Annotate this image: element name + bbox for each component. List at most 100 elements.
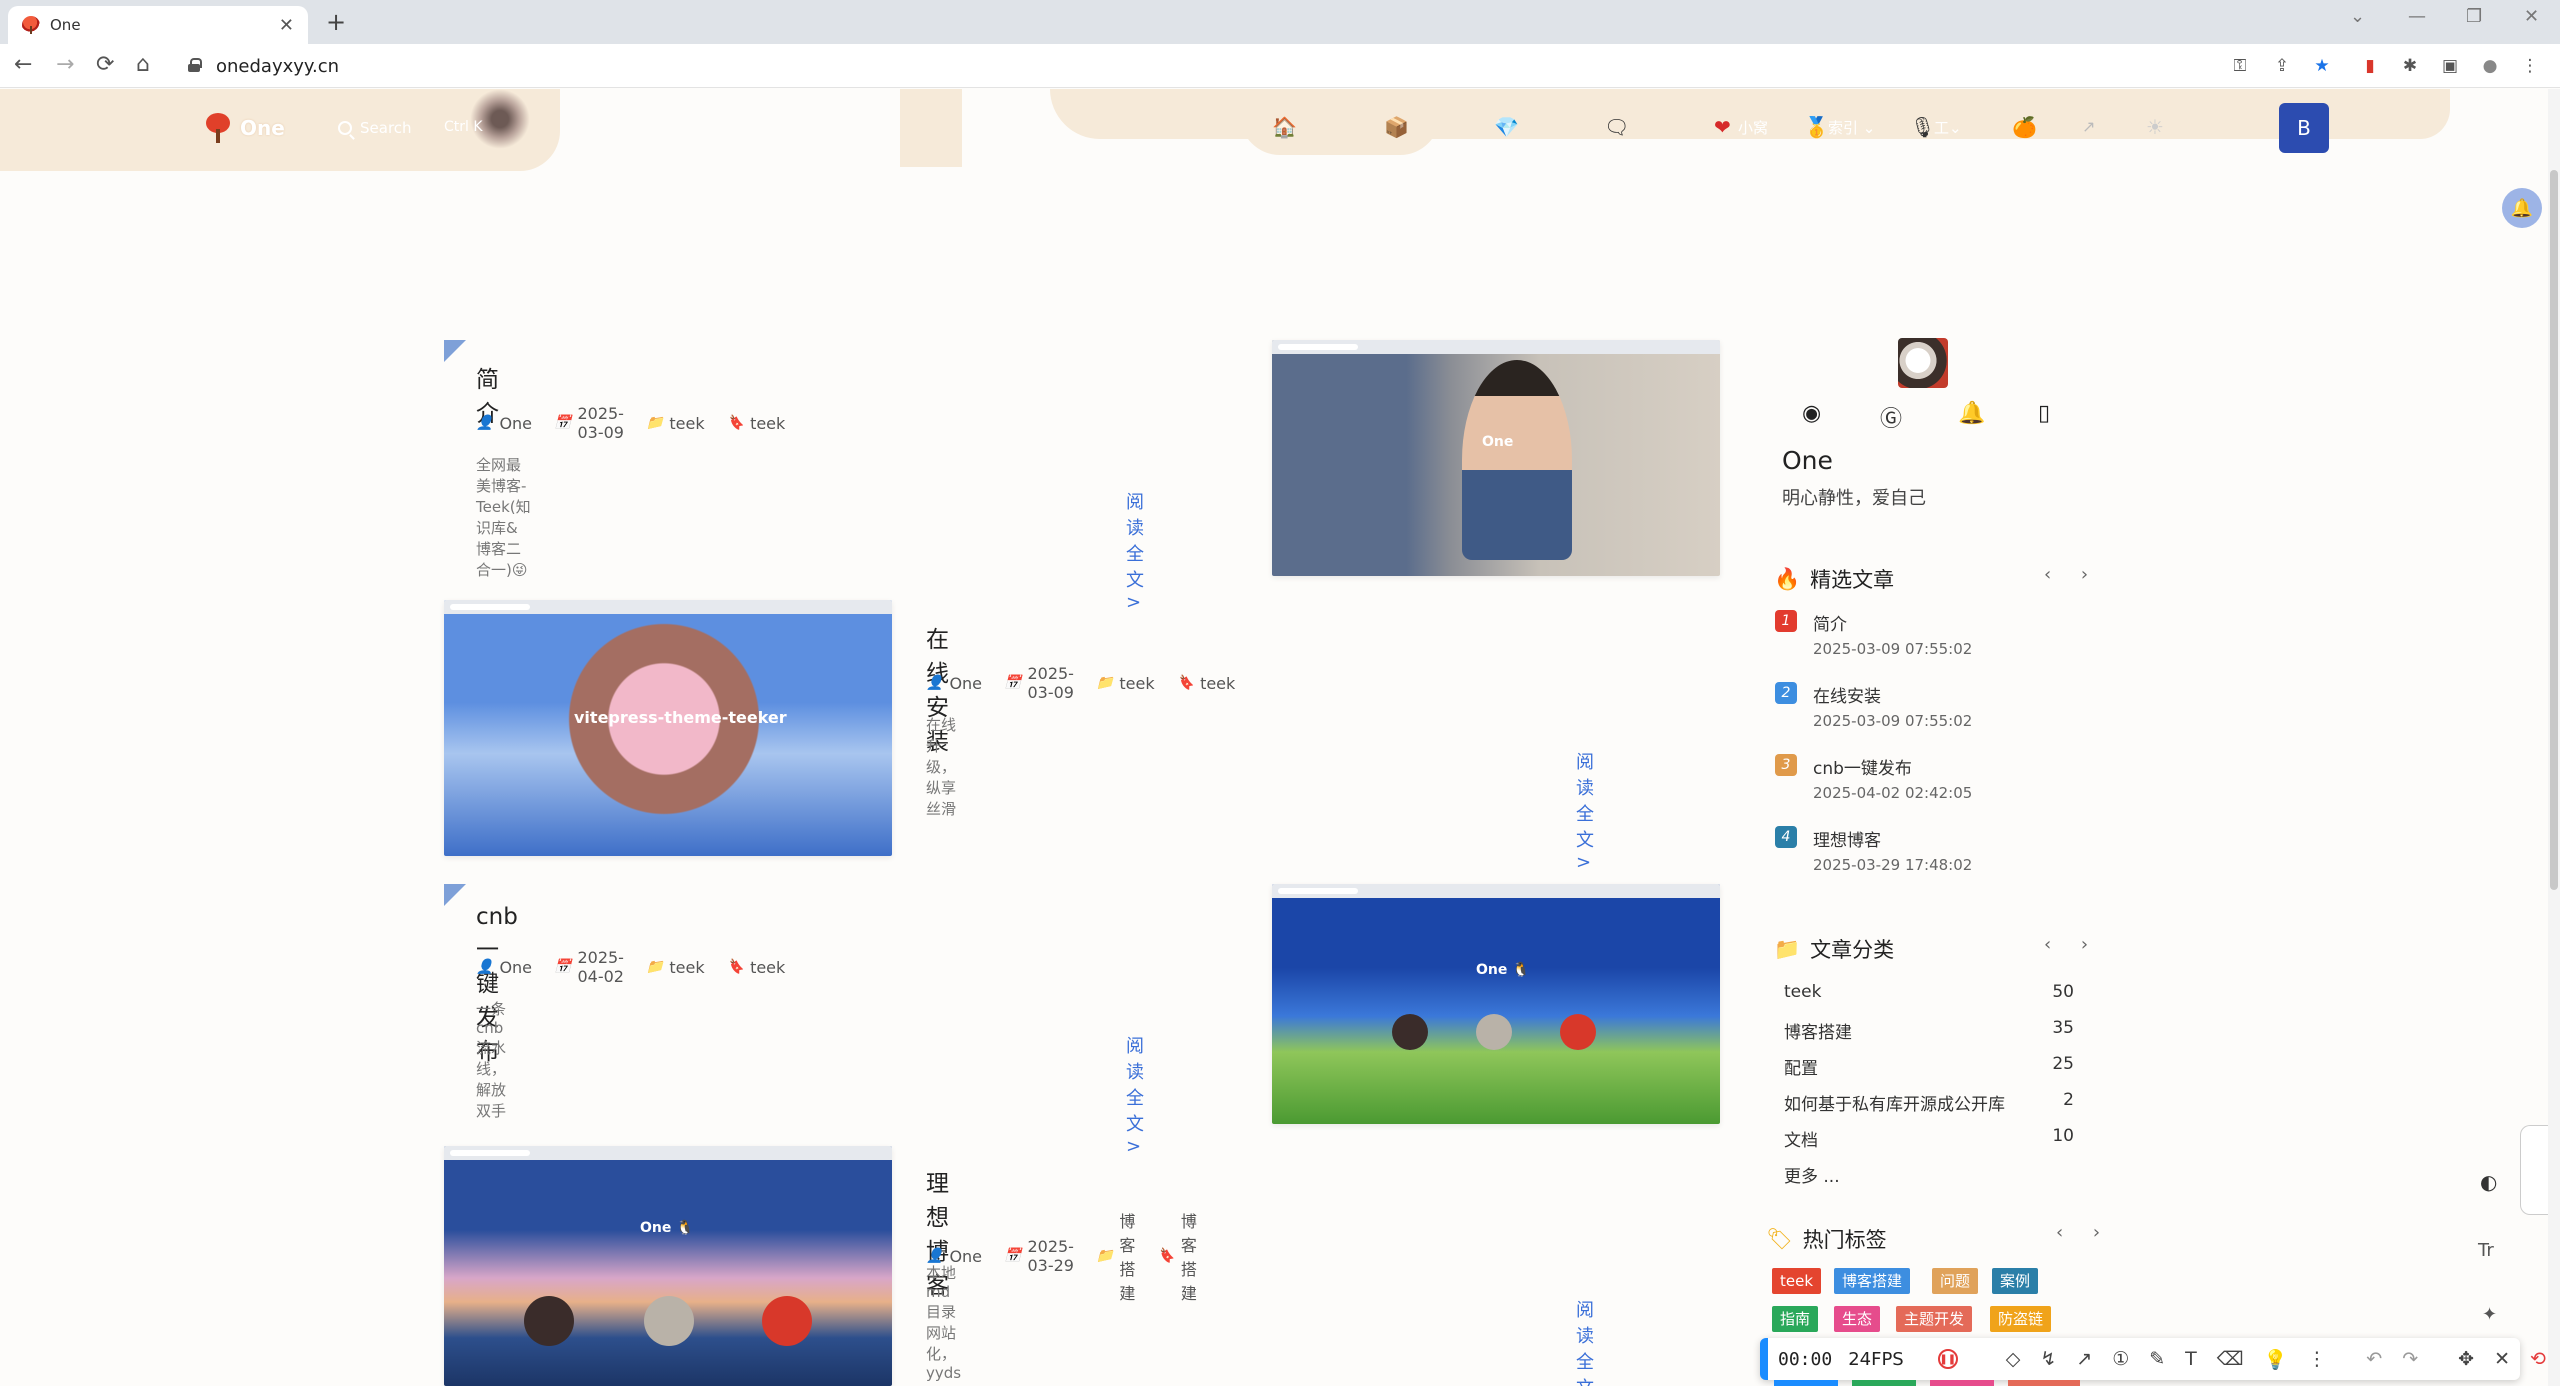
post-thumbnail[interactable]: One 🐧 (444, 1146, 892, 1386)
nav-item-home-label[interactable]: 小窝 (1738, 117, 1768, 138)
menu-icon[interactable]: ⋮ (2520, 56, 2540, 76)
user-avatar[interactable]: B (2279, 103, 2329, 153)
post-thumbnail[interactable]: vitepress-theme-teeker (444, 600, 892, 856)
tags-pager[interactable]: ‹ › (2056, 1222, 2112, 1243)
read-more-link[interactable]: 阅读全文 > (1126, 488, 1144, 613)
more-tools-icon[interactable]: ⋮ (2307, 1348, 2326, 1370)
search-button[interactable]: Search (338, 119, 412, 137)
forward-icon[interactable]: → (56, 52, 74, 77)
site-logo[interactable]: One (204, 113, 285, 143)
puzzle-icon[interactable]: ✱ (2400, 56, 2420, 76)
scrollbar-thumb[interactable] (2550, 170, 2558, 890)
move-toolbar-icon[interactable]: ✥ (2458, 1348, 2474, 1370)
side-drawer-handle[interactable] (2520, 1125, 2548, 1215)
star-icon[interactable]: ★ (2312, 56, 2332, 76)
arrow-tool-icon[interactable]: ↗ (2076, 1348, 2092, 1370)
post-tag[interactable]: 🔖 博客搭建 (1157, 1208, 1196, 1304)
category-row[interactable]: 博客搭建 35 (1784, 1018, 2074, 1043)
magic-icon[interactable]: ✦ (2482, 1304, 2497, 1325)
tag-chip[interactable]: 指南 (1772, 1306, 1819, 1332)
tag-chip[interactable]: 生态 (1834, 1306, 1881, 1332)
undo-icon[interactable]: ↶ (2366, 1348, 2382, 1370)
post-author[interactable]: 👤 One (926, 674, 982, 693)
category-row[interactable]: 文档 10 (1784, 1126, 2074, 1151)
browser-tab[interactable]: One ✕ (8, 6, 308, 44)
recording-fps[interactable]: 24FPS (1848, 1349, 1904, 1370)
featured-item-title[interactable]: cnb一键发布 (1813, 754, 1912, 779)
bookmark-icon[interactable]: ▮ (2360, 56, 2380, 76)
close-toolbar-icon[interactable]: ✕ (2494, 1348, 2510, 1370)
share-icon[interactable]: ⇪ (2272, 56, 2292, 76)
nav-home-icon[interactable]: 🏠 (1272, 115, 1297, 139)
categories-pager[interactable]: ‹ › (2044, 934, 2100, 955)
redo-icon[interactable]: ↷ (2402, 1348, 2418, 1370)
category-row[interactable]: 如何基于私有库开源成公开库 2 (1784, 1090, 2074, 1115)
profile-icon[interactable]: ● (2480, 56, 2500, 76)
gitee-icon[interactable]: Ⓖ (1880, 401, 1902, 433)
theme-toggle-icon[interactable]: ☀ (2146, 115, 2164, 139)
nav-medal-icon[interactable]: 🥇 (1804, 115, 1829, 139)
shape-tool-icon[interactable]: ◇ (2006, 1348, 2021, 1370)
back-icon[interactable]: ← (14, 52, 32, 77)
tab-search-icon[interactable]: ⌄ (2350, 6, 2365, 27)
reload-icon[interactable]: ⟳ (96, 52, 114, 77)
profile-avatar[interactable] (1898, 338, 1948, 388)
read-more-link[interactable]: 阅读全文 > (1576, 748, 1594, 873)
categories-more-link[interactable]: 更多 ... (1784, 1162, 1840, 1187)
post-thumbnail[interactable]: One (1272, 340, 1720, 576)
category-row[interactable]: 配置 25 (1784, 1054, 2074, 1079)
notification-bell-icon[interactable]: 🔔 (2502, 188, 2542, 228)
qq-icon[interactable]: 🔔 (1958, 401, 1985, 426)
tag-chip[interactable]: 案例 (1992, 1268, 2039, 1294)
line-tool-icon[interactable]: ↯ (2040, 1348, 2056, 1370)
nav-diamond-icon[interactable]: 💎 (1494, 115, 1519, 139)
nav-item-index-label[interactable]: 索引 ⌄ (1828, 117, 1875, 138)
featured-item-title[interactable]: 简介 (1813, 610, 1847, 635)
restore-button[interactable]: ❐ (2466, 6, 2482, 27)
minimize-button[interactable]: — (2408, 6, 2426, 27)
lock-icon[interactable] (188, 58, 202, 72)
key-icon[interactable]: ⚿ (2230, 56, 2250, 76)
category-row[interactable]: teek 50 (1784, 982, 2074, 1002)
post-tag[interactable]: 🔖 teek (727, 414, 786, 433)
tag-chip[interactable]: 防盗链 (1990, 1306, 2052, 1332)
eraser-tool-icon[interactable]: ⌫ (2217, 1348, 2244, 1370)
pen-tool-icon[interactable]: ✎ (2149, 1348, 2165, 1370)
nav-chat-icon[interactable]: 🗨 (1604, 115, 1629, 139)
post-author[interactable]: 👤 One (476, 958, 532, 977)
step-number-tool-icon[interactable]: ① (2112, 1348, 2129, 1370)
post-category[interactable]: 📁 teek (646, 958, 705, 977)
post-thumbnail[interactable]: One 🐧 (1272, 884, 1720, 1124)
home-icon[interactable]: ⌂ (136, 52, 150, 77)
featured-pager[interactable]: ‹ › (2044, 564, 2100, 585)
nav-mic-icon[interactable]: 🎙 (1910, 115, 1935, 139)
new-tab-button[interactable]: + (326, 8, 346, 36)
phone-icon[interactable]: ▯ (2038, 401, 2050, 426)
close-window-button[interactable]: ✕ (2524, 6, 2539, 27)
featured-item-title[interactable]: 理想博客 (1813, 826, 1881, 851)
read-more-link[interactable]: 阅读全文 > (1126, 1032, 1144, 1157)
theme-mode-icon[interactable]: ◐ (2480, 1170, 2497, 1194)
nav-heart-icon[interactable]: ❤ (1714, 115, 1731, 139)
address-bar[interactable]: onedayxyy.cn (216, 56, 339, 77)
read-more-link[interactable]: 阅读全文 > (1576, 1296, 1594, 1386)
highlight-tool-icon[interactable]: 💡 (2264, 1348, 2288, 1371)
tag-chip[interactable]: 问题 (1932, 1268, 1979, 1294)
sidebar-icon[interactable]: ▣ (2440, 56, 2460, 76)
github-icon[interactable]: ◉ (1802, 401, 1821, 426)
tab-close-icon[interactable]: ✕ (279, 15, 294, 36)
tag-chip[interactable]: teek (1772, 1268, 1822, 1294)
post-category[interactable]: 📁 teek (1096, 674, 1155, 693)
pause-recording-button[interactable]: ❚❚ (1937, 1349, 1958, 1369)
restart-recording-icon[interactable]: ⟲ (2530, 1348, 2546, 1370)
nav-item-tools-label[interactable]: 工⌄ (1934, 117, 1962, 138)
post-category[interactable]: 📁 博客搭建 (1096, 1208, 1135, 1304)
nav-box-icon[interactable]: 📦 (1384, 115, 1409, 139)
featured-item-title[interactable]: 在线安装 (1813, 682, 1881, 707)
external-link-icon[interactable]: ↗ (2082, 115, 2095, 139)
tag-chip[interactable]: 博客搭建 (1834, 1268, 1911, 1294)
post-category[interactable]: 📁 teek (646, 414, 705, 433)
nav-orange-icon[interactable]: 🍊 (2012, 115, 2037, 139)
text-tool-icon[interactable]: T (2185, 1348, 2197, 1370)
font-size-button[interactable]: Tr (2478, 1240, 2494, 1261)
